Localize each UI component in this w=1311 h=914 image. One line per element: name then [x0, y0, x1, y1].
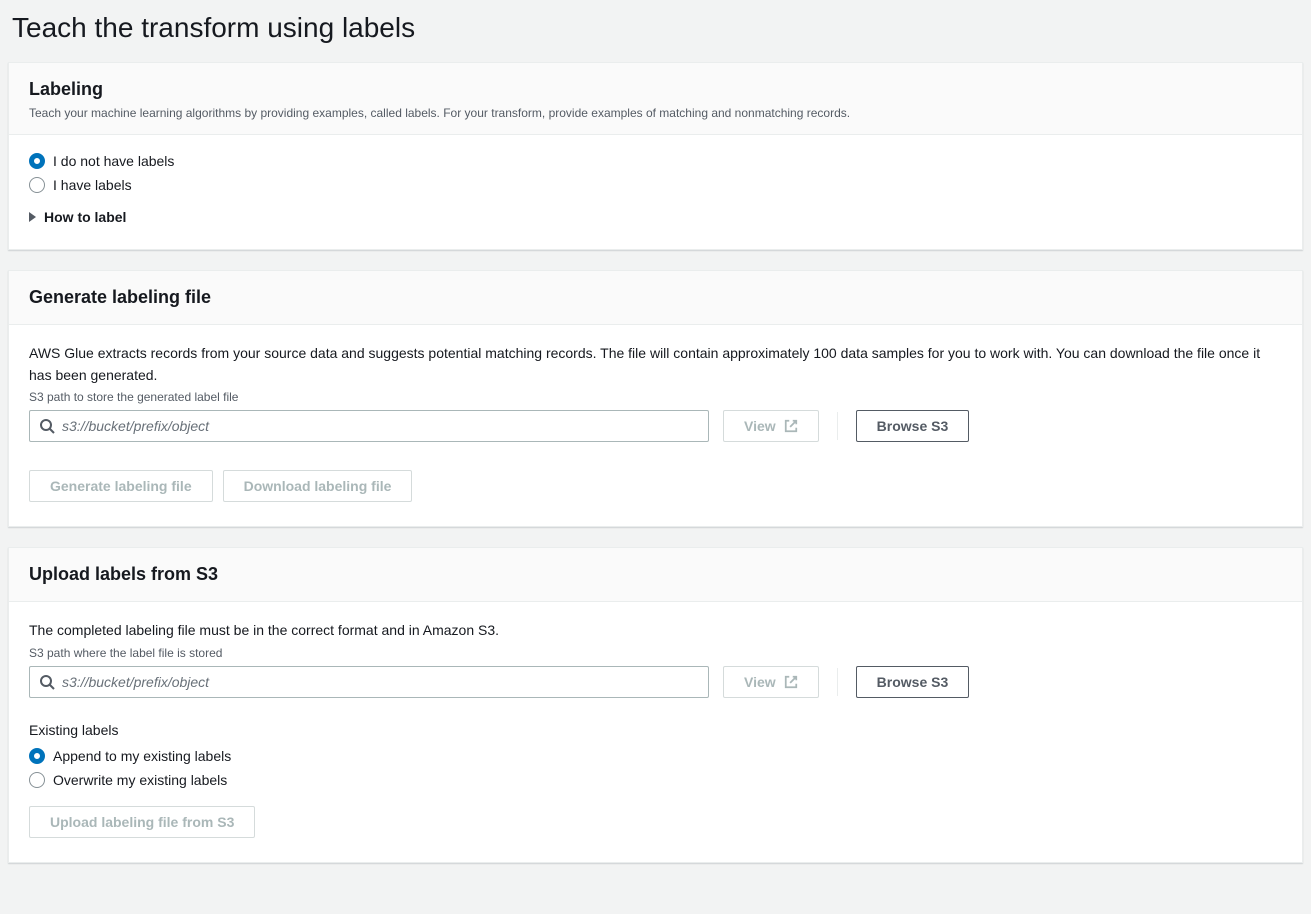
generate-s3-input[interactable]	[29, 410, 709, 442]
generate-header: Generate labeling file	[9, 271, 1302, 325]
radio-append-label: Append to my existing labels	[53, 748, 231, 764]
radio-no-labels-label: I do not have labels	[53, 153, 174, 169]
upload-s3-input[interactable]	[29, 666, 709, 698]
generate-browse-button[interactable]: Browse S3	[856, 410, 970, 442]
upload-view-label: View	[744, 674, 776, 690]
generate-input-row: View Browse S3	[29, 410, 1282, 442]
labeling-header: Labeling Teach your machine learning alg…	[9, 63, 1302, 135]
search-icon	[39, 674, 55, 690]
radio-icon	[29, 772, 45, 788]
radio-have-labels-label: I have labels	[53, 177, 132, 193]
radio-icon	[29, 177, 45, 193]
upload-labeling-file-label: Upload labeling file from S3	[50, 814, 234, 830]
labeling-body: I do not have labels I have labels How t…	[9, 135, 1302, 249]
generate-s3-input-wrap	[29, 410, 709, 442]
divider	[837, 412, 838, 440]
upload-title: Upload labels from S3	[29, 564, 1282, 585]
page-title: Teach the transform using labels	[12, 12, 1303, 44]
generate-body-text: AWS Glue extracts records from your sour…	[29, 343, 1282, 386]
labeling-radio-group: I do not have labels I have labels	[29, 153, 1282, 193]
upload-s3-input-wrap	[29, 666, 709, 698]
labeling-title: Labeling	[29, 79, 1282, 100]
download-labeling-file-button[interactable]: Download labeling file	[223, 470, 413, 502]
labeling-subtitle: Teach your machine learning algorithms b…	[29, 104, 1282, 122]
upload-view-button[interactable]: View	[723, 666, 819, 698]
external-link-icon	[784, 419, 798, 433]
generate-browse-label: Browse S3	[877, 418, 949, 434]
generate-btn-row: Generate labeling file Download labeling…	[29, 470, 1282, 502]
how-to-label-label: How to label	[44, 209, 126, 225]
radio-have-labels[interactable]: I have labels	[29, 177, 1282, 193]
upload-body-text: The completed labeling file must be in t…	[29, 620, 1282, 642]
upload-btn-row: Upload labeling file from S3	[29, 806, 1282, 838]
upload-body: The completed labeling file must be in t…	[9, 602, 1302, 862]
radio-icon-selected	[29, 748, 45, 764]
download-labeling-file-label: Download labeling file	[244, 478, 392, 494]
upload-input-row: View Browse S3	[29, 666, 1282, 698]
upload-header: Upload labels from S3	[9, 548, 1302, 602]
generate-labeling-file-label: Generate labeling file	[50, 478, 192, 494]
upload-browse-button[interactable]: Browse S3	[856, 666, 970, 698]
generate-panel: Generate labeling file AWS Glue extracts…	[8, 270, 1303, 527]
generate-view-label: View	[744, 418, 776, 434]
upload-labeling-file-button[interactable]: Upload labeling file from S3	[29, 806, 255, 838]
generate-title: Generate labeling file	[29, 287, 1282, 308]
how-to-label-toggle[interactable]: How to label	[29, 209, 1282, 225]
radio-overwrite-label: Overwrite my existing labels	[53, 772, 227, 788]
existing-labels-label: Existing labels	[29, 722, 1282, 738]
generate-labeling-file-button[interactable]: Generate labeling file	[29, 470, 213, 502]
upload-panel: Upload labels from S3 The completed labe…	[8, 547, 1303, 863]
radio-no-labels[interactable]: I do not have labels	[29, 153, 1282, 169]
upload-browse-label: Browse S3	[877, 674, 949, 690]
upload-caption: S3 path where the label file is stored	[29, 646, 1282, 660]
radio-append[interactable]: Append to my existing labels	[29, 748, 1282, 764]
search-icon	[39, 418, 55, 434]
generate-body: AWS Glue extracts records from your sour…	[9, 325, 1302, 526]
radio-overwrite[interactable]: Overwrite my existing labels	[29, 772, 1282, 788]
radio-icon-selected	[29, 153, 45, 169]
existing-labels-radio-group: Append to my existing labels Overwrite m…	[29, 748, 1282, 788]
divider	[837, 668, 838, 696]
labeling-panel: Labeling Teach your machine learning alg…	[8, 62, 1303, 250]
generate-view-button[interactable]: View	[723, 410, 819, 442]
caret-right-icon	[29, 212, 36, 222]
generate-caption: S3 path to store the generated label fil…	[29, 390, 1282, 404]
external-link-icon	[784, 675, 798, 689]
